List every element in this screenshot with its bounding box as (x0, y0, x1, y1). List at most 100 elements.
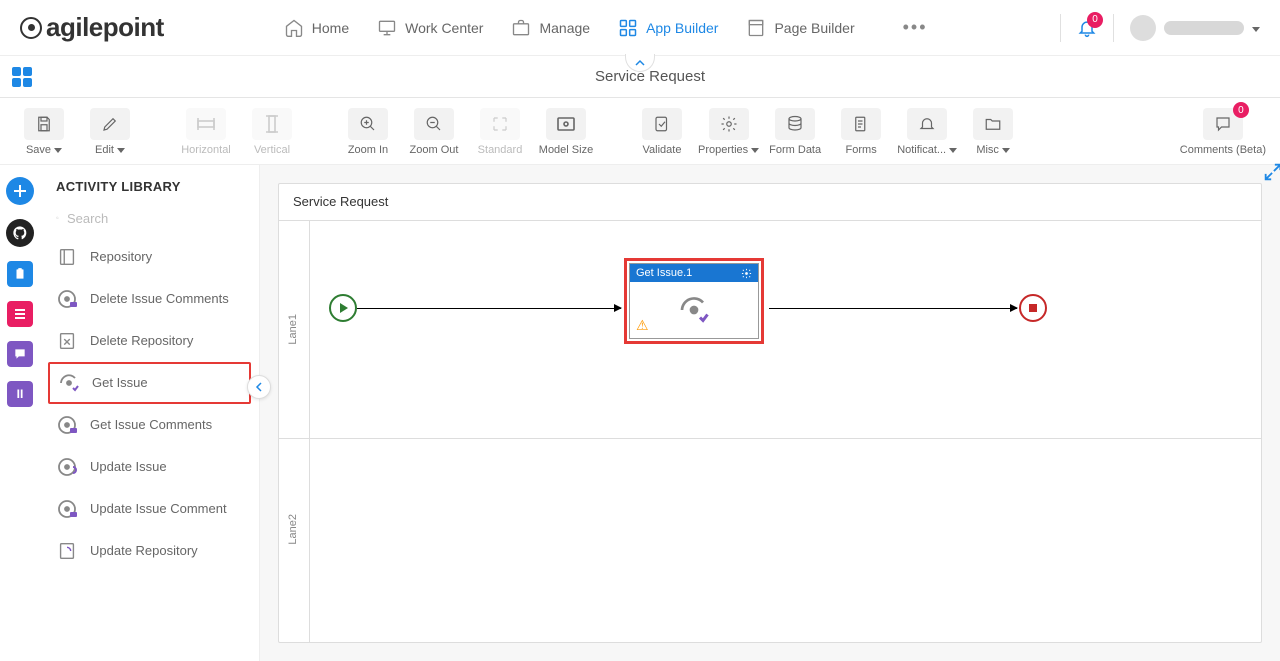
toolbar: Save Edit Horizontal Vertical Zoom In Zo… (0, 98, 1280, 165)
list-button[interactable] (7, 301, 33, 327)
divider (1060, 14, 1061, 42)
start-node[interactable] (329, 294, 357, 322)
activity-item-delete-repository[interactable]: Delete Repository (40, 320, 259, 362)
activity-item-get-issue[interactable]: Get Issue (48, 362, 251, 404)
get-issue-icon (56, 370, 82, 396)
sidebar-title: ACTIVITY LIBRARY (40, 165, 259, 204)
nav-work-center[interactable]: Work Center (377, 17, 483, 38)
validate-button[interactable]: Validate (632, 108, 692, 156)
logo: agilepoint (20, 12, 164, 43)
activity-item-get-issue-comments[interactable]: Get Issue Comments (40, 404, 259, 446)
sidebar-collapse-button[interactable] (247, 375, 271, 399)
nav-manage[interactable]: Manage (511, 17, 590, 38)
end-node[interactable] (1019, 294, 1047, 322)
nav-work-center-label: Work Center (405, 20, 483, 36)
home-icon (284, 18, 304, 38)
apps-icon (618, 18, 638, 38)
nav-more[interactable]: ••• (903, 17, 928, 38)
activity-item-repository[interactable]: Repository (40, 236, 259, 278)
user-name (1164, 21, 1244, 35)
chat-icon (13, 347, 27, 361)
forms-icon (852, 115, 870, 133)
comment-icon (1214, 115, 1232, 133)
misc-button[interactable]: Misc (963, 108, 1023, 156)
align-vertical-icon (265, 115, 279, 133)
warning-icon: ⚠ (636, 317, 649, 334)
page-title: Service Request (32, 68, 1268, 85)
lane2-label: Lane2 (287, 514, 299, 545)
update-issue-icon (54, 454, 80, 480)
github-button[interactable] (6, 219, 34, 247)
notification-badge: 0 (1087, 12, 1103, 28)
left-rail: II (0, 165, 40, 661)
activity-item-delete-issue-comments[interactable]: Delete Issue Comments (40, 278, 259, 320)
horizontal-button[interactable]: Horizontal (176, 108, 236, 156)
forms-button[interactable]: Forms (831, 108, 891, 156)
activity-list: Repository Delete Issue Comments Delete … (40, 236, 259, 661)
activity-node-get-issue[interactable]: Get Issue.1 ⚠ (624, 258, 764, 344)
activity-item-update-repository[interactable]: Update Repository (40, 530, 259, 572)
comments-button[interactable]: 0 Comments (Beta) (1180, 108, 1266, 156)
fit-icon (557, 117, 575, 131)
circle-icon (54, 412, 80, 438)
edit-button[interactable]: Edit (80, 108, 140, 156)
clipboard-icon (13, 267, 27, 281)
validate-icon (653, 115, 671, 133)
nav-home[interactable]: Home (284, 17, 349, 38)
connector-2[interactable] (769, 308, 1017, 309)
add-button[interactable] (6, 177, 34, 205)
gear-icon[interactable] (741, 268, 752, 279)
comments-badge: 0 (1233, 102, 1249, 118)
zoom-in-button[interactable]: Zoom In (338, 108, 398, 156)
save-button[interactable]: Save (14, 108, 74, 156)
text-button[interactable]: II (7, 381, 33, 407)
activity-item-update-issue-comment[interactable]: Update Issue Comment (40, 488, 259, 530)
notifications-button[interactable]: 0 (1077, 18, 1097, 38)
activity-label: Delete Issue Comments (90, 291, 229, 307)
chevron-up-icon (635, 59, 645, 67)
plus-icon (13, 184, 27, 198)
activity-item-update-issue[interactable]: Update Issue (40, 446, 259, 488)
gear-icon (720, 115, 738, 133)
standard-button[interactable]: Standard (470, 108, 530, 156)
user-menu[interactable] (1130, 15, 1260, 41)
process-canvas[interactable]: Service Request Lane1 Lane2 Get Issue.1 … (278, 183, 1262, 643)
activity-node-title: Get Issue.1 (636, 267, 692, 279)
model-size-button[interactable]: Model Size (536, 108, 596, 156)
chevron-down-icon (1002, 144, 1010, 156)
search-input[interactable] (67, 211, 243, 226)
expand-canvas-button[interactable] (1262, 161, 1280, 183)
apps-grid-icon[interactable] (12, 67, 32, 87)
standard-size-icon (491, 115, 509, 133)
save-icon (35, 115, 53, 133)
circle-icon (54, 286, 80, 312)
activity-label: Update Repository (90, 543, 198, 559)
form-data-button[interactable]: Form Data (765, 108, 825, 156)
notifications-button[interactable]: Notificat... (897, 108, 957, 156)
nav-app-builder[interactable]: App Builder (618, 17, 718, 38)
canvas-area: Service Request Lane1 Lane2 Get Issue.1 … (260, 165, 1280, 661)
nav-items: Home Work Center Manage App Builder Page… (284, 17, 928, 38)
delete-repo-icon (54, 328, 80, 354)
activity-label: Get Issue Comments (90, 417, 212, 433)
nav-page-builder-label: Page Builder (774, 20, 854, 36)
chat-button[interactable] (7, 341, 33, 367)
sidebar-search (40, 204, 259, 236)
clipboard-button[interactable] (7, 261, 33, 287)
zoom-out-button[interactable]: Zoom Out (404, 108, 464, 156)
zoom-in-icon (359, 115, 377, 133)
bell-icon (918, 115, 936, 133)
edit-icon (101, 115, 119, 133)
activity-label: Get Issue (92, 375, 148, 391)
connector-1[interactable] (357, 308, 621, 309)
properties-button[interactable]: Properties (698, 108, 759, 156)
get-issue-icon (676, 292, 712, 328)
vertical-button[interactable]: Vertical (242, 108, 302, 156)
lane1-label: Lane1 (287, 314, 299, 345)
nav-page-builder[interactable]: Page Builder (746, 17, 854, 38)
activity-label: Update Issue (90, 459, 167, 475)
page-icon (746, 18, 766, 38)
folder-icon (984, 115, 1002, 133)
top-nav: agilepoint Home Work Center Manage App B… (0, 0, 1280, 56)
chevron-down-icon (54, 144, 62, 156)
